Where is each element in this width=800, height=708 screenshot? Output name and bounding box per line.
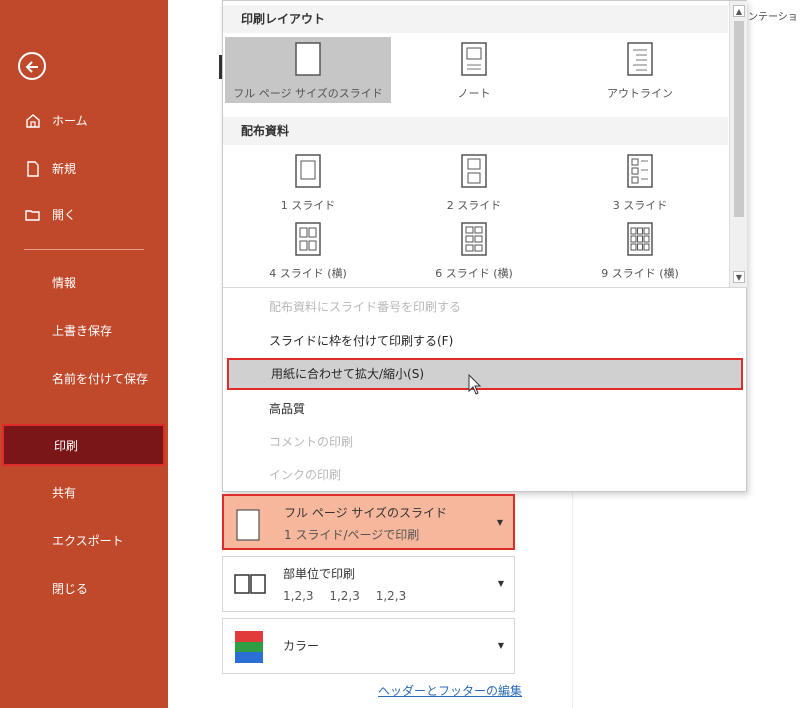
nav-new[interactable]: 新規	[0, 150, 168, 186]
home-icon	[26, 114, 40, 128]
nav-home-label: ホーム	[52, 113, 88, 128]
new-document-icon	[27, 161, 39, 177]
option-handout-6[interactable]: 6 スライド (横)	[391, 217, 557, 283]
nav-share[interactable]: 共有	[52, 484, 152, 502]
handout-3-slides-icon	[627, 154, 653, 188]
option-handout-9[interactable]: 9 スライド (横)	[557, 217, 723, 283]
backstage-sidebar: ホーム 新規 開く 情報 上書き保存 名前を付けて保存 印刷 共有 エクスポート…	[0, 0, 168, 708]
option-handout-3[interactable]: 3 スライド	[557, 149, 723, 215]
option-label: ノート	[457, 87, 491, 100]
option-label: フル ページ サイズのスライド	[233, 87, 383, 100]
menu-print-comments: コメントの印刷	[269, 435, 354, 449]
dropdown-divider	[223, 287, 747, 288]
nav-export[interactable]: エクスポート	[52, 532, 152, 550]
nav-new-label: 新規	[52, 161, 77, 176]
collate-setting-subtitle: 1,2,3 1,2,3 1,2,3	[283, 589, 407, 603]
layout-setting-subtitle: 1 スライド/ページで印刷	[284, 528, 420, 542]
option-label: 6 スライド (横)	[435, 267, 513, 280]
folder-open-icon	[25, 210, 40, 221]
handouts-heading: 配布資料	[223, 117, 728, 145]
collate-setting-dropdown[interactable]: 部単位で印刷 1,2,3 1,2,3 1,2,3 ▼	[222, 556, 515, 612]
collate-icon	[234, 574, 266, 594]
print-layout-heading: 印刷レイアウト	[223, 5, 728, 33]
menu-print-slide-numbers: 配布資料にスライド番号を印刷する	[269, 300, 462, 314]
handout-2-slides-icon	[461, 154, 487, 188]
option-label: 2 スライド	[446, 199, 502, 212]
nav-info[interactable]: 情報	[52, 274, 152, 292]
color-swatch-icon	[235, 631, 263, 663]
option-label: 1 スライド	[280, 199, 336, 212]
scroll-up-icon[interactable]: ▲	[733, 5, 745, 17]
outline-page-icon	[627, 42, 653, 76]
nav-save[interactable]: 上書き保存	[52, 322, 152, 340]
handout-6-slides-icon	[461, 222, 487, 256]
chevron-down-icon: ▼	[497, 579, 504, 588]
option-handout-1[interactable]: 1 スライド	[225, 149, 391, 215]
menu-frame-slides[interactable]: スライドに枠を付けて印刷する(F)	[227, 325, 743, 357]
option-label: アウトライン	[607, 87, 673, 100]
collate-setting-title: 部単位で印刷	[283, 567, 356, 581]
notes-page-icon	[461, 42, 487, 76]
color-setting-title: カラー	[283, 639, 320, 653]
full-page-slide-icon	[236, 509, 260, 541]
nav-open[interactable]: 開く	[0, 196, 168, 232]
layout-setting-dropdown[interactable]: フル ページ サイズのスライド 1 スライド/ページで印刷 ▼	[222, 494, 515, 550]
full-page-slide-icon	[295, 42, 321, 76]
chevron-down-icon: ▼	[496, 518, 503, 527]
edit-header-footer-link[interactable]: ヘッダーとフッターの編集	[378, 682, 522, 699]
nav-save-as[interactable]: 名前を付けて保存	[52, 370, 152, 388]
dropdown-scrollbar[interactable]: ▲ ▼	[729, 1, 747, 287]
nav-print-label: 印刷	[54, 439, 79, 453]
scroll-down-icon[interactable]: ▼	[733, 271, 745, 283]
layout-setting-title: フル ページ サイズのスライド	[284, 506, 448, 520]
option-label: 3 スライド	[612, 199, 668, 212]
back-arrow-icon[interactable]	[18, 52, 46, 80]
option-full-page-slides[interactable]: フル ページ サイズのスライド	[225, 37, 391, 103]
color-setting-dropdown[interactable]: カラー ▼	[222, 618, 515, 674]
option-handout-4[interactable]: 4 スライド (横)	[225, 217, 391, 283]
nav-home[interactable]: ホーム	[0, 102, 168, 138]
nav-close[interactable]: 閉じる	[52, 580, 152, 598]
preview-title-fragment: ンテーショ	[748, 12, 798, 23]
nav-print[interactable]: 印刷	[2, 424, 165, 466]
option-label: 9 スライド (横)	[601, 267, 679, 280]
option-notes[interactable]: ノート	[391, 37, 557, 103]
menu-high-quality[interactable]: 高品質	[227, 393, 743, 425]
menu-print-ink: インクの印刷	[269, 468, 342, 482]
menu-scale-to-fit[interactable]: 用紙に合わせて拡大/縮小(S)	[227, 358, 743, 390]
nav-divider	[24, 249, 144, 250]
chevron-down-icon: ▼	[497, 641, 504, 650]
mouse-pointer-icon	[468, 374, 482, 395]
layout-dropdown-panel: 印刷レイアウト フル ページ サイズのスライド ノート アウトライン 配布資料 …	[222, 0, 747, 492]
option-outline[interactable]: アウトライン	[557, 37, 723, 103]
option-handout-2[interactable]: 2 スライド	[391, 149, 557, 215]
nav-open-label: 開く	[52, 207, 77, 222]
handout-9-slides-icon	[627, 222, 653, 256]
handout-4-slides-icon	[295, 222, 321, 256]
handout-1-slide-icon	[295, 154, 321, 188]
scroll-thumb[interactable]	[734, 21, 744, 217]
option-label: 4 スライド (横)	[269, 267, 347, 280]
